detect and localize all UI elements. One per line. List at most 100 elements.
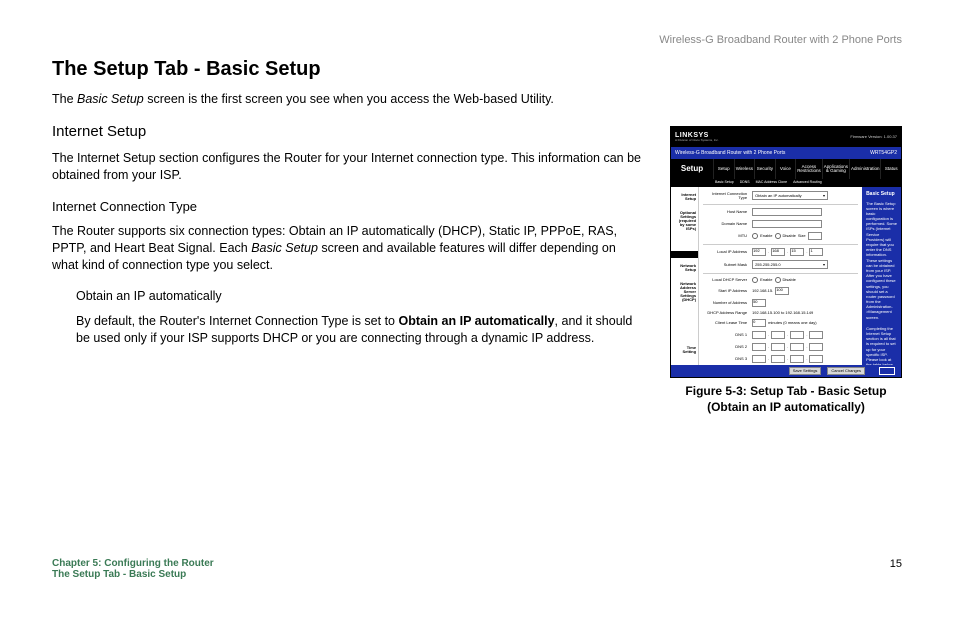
ob-pre: By default, the Router's Internet Connec… xyxy=(76,314,398,328)
ip3[interactable]: 15 xyxy=(790,248,804,256)
d2c[interactable] xyxy=(790,343,804,351)
left-network-setup: Network Setup xyxy=(671,258,698,274)
tab-access[interactable]: Access Restrictions xyxy=(795,159,822,179)
ip2[interactable]: 168 xyxy=(771,248,785,256)
txt-dis2: Disable xyxy=(783,278,796,282)
para-obtain-ip: By default, the Router's Internet Connec… xyxy=(76,313,642,347)
d1a[interactable] xyxy=(752,331,766,339)
tab-apps[interactable]: Applications & Gaming xyxy=(822,159,849,179)
lab-ict: Internet Connection Type xyxy=(703,192,749,200)
cancel-button[interactable]: Cancel Changes xyxy=(827,367,865,375)
save-button[interactable]: Save Settings xyxy=(789,367,822,375)
tab-admin[interactable]: Administration xyxy=(849,159,881,179)
lab-lease: Client Lease Time xyxy=(703,321,749,325)
input-lease[interactable]: 0 xyxy=(752,319,766,327)
left-optional: Optional Settings (required by some ISPs… xyxy=(671,205,698,233)
caption-l1: Figure 5-3: Setup Tab - Basic Setup xyxy=(685,384,886,398)
lab-dhcp: Local DHCP Server xyxy=(703,278,749,282)
input-mtu-size[interactable] xyxy=(808,232,822,240)
lab-dns3: DNS 3 xyxy=(703,357,749,361)
figure-basic-setup: LINKSYS A Division of Cisco Systems, Inc… xyxy=(670,126,902,415)
startip-pre: 192.168.15. xyxy=(752,289,773,293)
input-startip[interactable]: 100 xyxy=(775,287,789,295)
figure-caption: Figure 5-3: Setup Tab - Basic Setup (Obt… xyxy=(670,384,902,415)
ip4[interactable]: 1 xyxy=(809,248,823,256)
lab-dns1: DNS 1 xyxy=(703,333,749,337)
page-number: 15 xyxy=(890,558,902,570)
txt-en2: Enable xyxy=(760,278,772,282)
lab-mtu: MTU xyxy=(703,234,749,238)
input-host[interactable] xyxy=(752,208,822,216)
lab-subnet: Subnet Mask xyxy=(703,263,749,267)
router-ui-screenshot: LINKSYS A Division of Cisco Systems, Inc… xyxy=(670,126,902,378)
lab-startip: Start IP Address xyxy=(703,289,749,293)
subnet-val: 255.255.255.0 xyxy=(755,263,781,267)
d3b[interactable] xyxy=(771,355,785,363)
setup-heading: Setup xyxy=(671,159,713,179)
lab-localip: Local IP Address xyxy=(703,250,749,254)
heading-obtain-ip: Obtain an IP automatically xyxy=(76,288,642,305)
product-header: Wireless-G Broadband Router with 2 Phone… xyxy=(659,34,902,46)
tab-status[interactable]: Status xyxy=(880,159,901,179)
d2a[interactable] xyxy=(752,343,766,351)
left-divider xyxy=(671,251,698,258)
intro-post: screen is the first screen you see when … xyxy=(144,92,554,106)
d3d[interactable] xyxy=(809,355,823,363)
footer-section: The Setup Tab - Basic Setup xyxy=(52,569,902,580)
tab-security[interactable]: Security xyxy=(754,159,775,179)
select-ict[interactable]: Obtain an IP automatically xyxy=(752,191,828,200)
lab-dns2: DNS 2 xyxy=(703,345,749,349)
heading-connection-type: Internet Connection Type xyxy=(52,198,642,216)
radio-dhcp-dis[interactable] xyxy=(775,277,781,283)
help-title: Basic Setup xyxy=(866,191,897,198)
input-domain[interactable] xyxy=(752,220,822,228)
intro-italic: Basic Setup xyxy=(77,92,144,106)
lease-unit: minutes (0 means one day) xyxy=(768,321,816,325)
subtab-basic[interactable]: Basic Setup xyxy=(715,181,734,185)
cisco-logo-icon xyxy=(879,367,895,375)
subtab-adv[interactable]: Advanced Routing xyxy=(793,181,822,185)
page-title: The Setup Tab - Basic Setup xyxy=(52,58,902,81)
lab-mtu-size: Size xyxy=(798,234,806,238)
select-ict-value: Obtain an IP automatically xyxy=(755,194,802,198)
left-time: Time Setting xyxy=(671,340,698,356)
subtab-ddns[interactable]: DDNS xyxy=(740,181,750,185)
left-internet-setup: Internet Setup xyxy=(671,187,698,203)
ip1[interactable]: 192 xyxy=(752,248,766,256)
caption-l2: (Obtain an IP automatically) xyxy=(707,400,865,414)
radio-dhcp-en[interactable] xyxy=(752,277,758,283)
ob-bold: Obtain an IP automatically xyxy=(398,314,554,328)
heading-internet-setup: Internet Setup xyxy=(52,122,642,142)
d1d[interactable] xyxy=(809,331,823,339)
firmware-label: Firmware Version: 1.00.37 xyxy=(850,135,897,139)
d2d[interactable] xyxy=(809,343,823,351)
para-internet-setup: The Internet Setup section configures th… xyxy=(52,150,642,184)
bluebar-title: Wireless-G Broadband Router with 2 Phone… xyxy=(675,151,785,156)
bluebar-model: WRT54GP2 xyxy=(870,151,897,156)
subtab-mac[interactable]: MAC Address Clone xyxy=(756,181,788,185)
intro-pre: The xyxy=(52,92,77,106)
input-numaddr[interactable]: 50 xyxy=(752,299,766,307)
footer-chapter: Chapter 5: Configuring the Router xyxy=(52,558,902,569)
tab-voice[interactable]: Voice xyxy=(775,159,796,179)
d3c[interactable] xyxy=(790,355,804,363)
brand-sub: A Division of Cisco Systems, Inc. xyxy=(675,139,719,142)
d1b[interactable] xyxy=(771,331,785,339)
lab-numaddr: Number of Address xyxy=(703,301,749,305)
select-subnet[interactable]: 255.255.255.0 xyxy=(752,260,828,269)
tab-wireless[interactable]: Wireless xyxy=(734,159,755,179)
lab-domain: Domain Name xyxy=(703,222,749,226)
lab-host: Host Name xyxy=(703,210,749,214)
ct-italic: Basic Setup xyxy=(251,241,318,255)
radio-mtu-disable[interactable] xyxy=(775,233,781,239)
tab-setup[interactable]: Setup xyxy=(713,159,734,179)
d1c[interactable] xyxy=(790,331,804,339)
d3a[interactable] xyxy=(752,355,766,363)
radio-mtu-enable[interactable] xyxy=(752,233,758,239)
range-val: 192.168.15.100 to 192.168.15.149 xyxy=(752,311,813,315)
lab-range: DHCP Address Range xyxy=(703,311,749,315)
help-p1: The Basic Setup screen is where basic co… xyxy=(866,201,897,320)
d2b[interactable] xyxy=(771,343,785,351)
intro-paragraph: The Basic Setup screen is the first scre… xyxy=(52,91,642,108)
page-footer: Chapter 5: Configuring the Router The Se… xyxy=(52,558,902,580)
